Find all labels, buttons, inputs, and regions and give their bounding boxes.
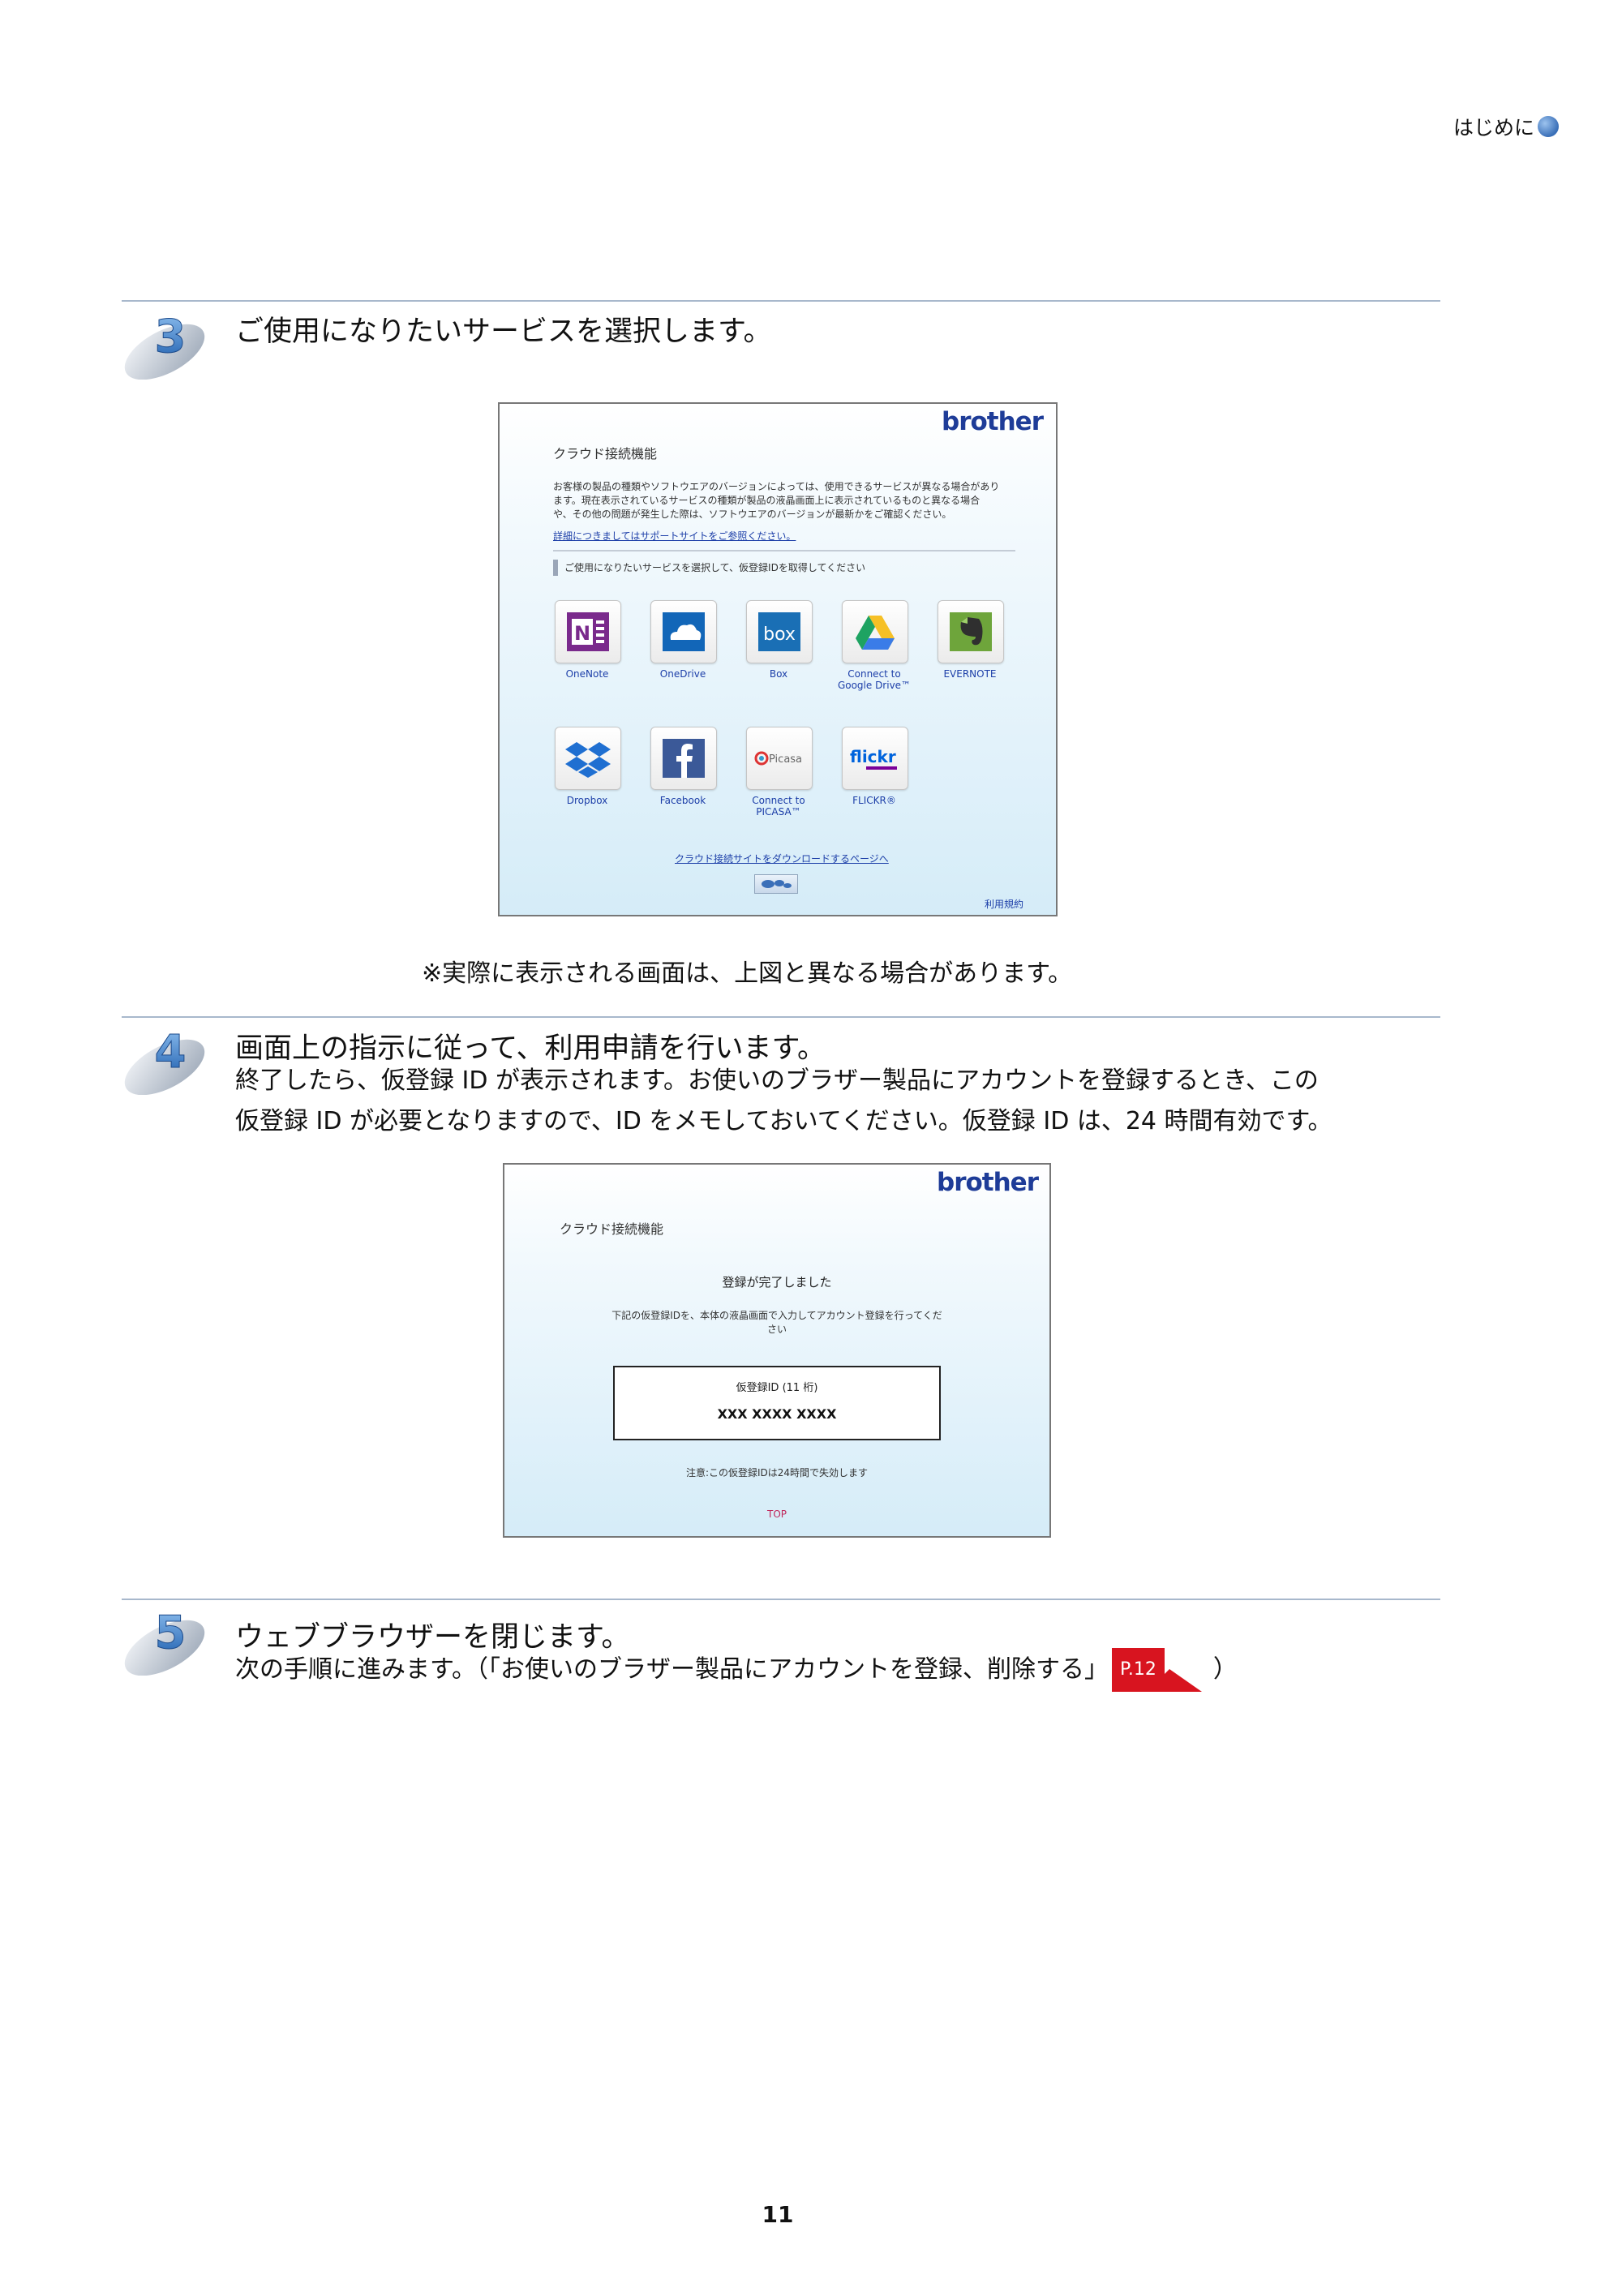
svg-text:3: 3 xyxy=(155,311,187,363)
facebook-icon xyxy=(663,739,705,778)
top-link[interactable]: TOP xyxy=(504,1508,1049,1520)
service-label-google-drive[interactable]: Connect to Google Drive™ xyxy=(826,668,923,691)
page-number: 11 xyxy=(762,2201,794,2228)
service-tile-onedrive[interactable] xyxy=(650,600,717,663)
step-4-badge-icon: 4 xyxy=(124,1026,205,1095)
box-icon: box xyxy=(758,612,800,651)
temporary-id-label: 仮登録ID (11 桁) xyxy=(736,1382,818,1394)
onedrive-icon xyxy=(663,612,705,651)
world-map-icon xyxy=(762,880,792,888)
support-link[interactable]: 詳細につきましてはサポートサイトをご参照ください。 xyxy=(553,529,796,543)
language-button[interactable] xyxy=(754,874,798,894)
service-tile-google-drive[interactable] xyxy=(842,600,908,663)
picasa-icon: Picasa xyxy=(754,751,802,766)
service-tile-flickr[interactable]: flickr xyxy=(842,727,908,790)
cloud-service-screen: brother クラウド接続機能 お客様の製品の種類やソフトウエアのバージョンに… xyxy=(498,402,1058,916)
instruction-marker xyxy=(553,560,558,576)
service-label-dropbox[interactable]: Dropbox xyxy=(539,795,636,806)
expiry-note: 注意:この仮登録IDは24時間で失効します xyxy=(685,1467,869,1478)
download-link[interactable]: クラウド接続サイトをダウンロードするページへ xyxy=(675,852,889,865)
registration-instruction: 下記の仮登録IDを、本体の液晶画面で入力してアカウント登録を行ってくだ さい xyxy=(611,1310,942,1335)
step-divider xyxy=(122,300,1440,302)
svg-text:N: N xyxy=(574,622,590,645)
brother-logo: brother xyxy=(942,407,1044,436)
service-tile-onenote[interactable]: N xyxy=(555,600,621,663)
service-tile-box[interactable]: box xyxy=(746,600,813,663)
registration-complete-screen: brother クラウド接続機能 登録が完了しました 下記の仮登録IDを、本体の… xyxy=(503,1163,1051,1538)
service-tile-facebook[interactable] xyxy=(650,727,717,790)
step-3-title: ご使用になりたいサービスを選択します。 xyxy=(235,315,772,348)
service-label-onenote[interactable]: OneNote xyxy=(539,668,636,680)
service-label-onedrive[interactable]: OneDrive xyxy=(634,668,732,680)
screen-difference-notice: ※実際に表示される画面は、上図と異なる場合があります。 xyxy=(422,959,1073,988)
header-section: はじめに xyxy=(1453,112,1559,141)
step-5-body-suffix: ） xyxy=(1212,1655,1238,1684)
step-5-badge-icon: 5 xyxy=(124,1607,205,1676)
svg-text:5: 5 xyxy=(155,1607,187,1659)
svg-text:4: 4 xyxy=(155,1026,187,1079)
service-tile-evernote[interactable] xyxy=(938,600,1004,663)
page-reference-label[interactable]: P.12 xyxy=(1112,1648,1165,1692)
brother-logo: brother xyxy=(937,1168,1039,1197)
screen-heading: クラウド接続機能 xyxy=(560,1221,664,1237)
service-tile-dropbox[interactable] xyxy=(555,727,621,790)
bullet-dot-icon xyxy=(1538,116,1559,137)
service-label-evernote[interactable]: EVERNOTE xyxy=(921,668,1019,680)
registration-complete-message: 登録が完了しました xyxy=(722,1275,832,1290)
screen-rule xyxy=(553,550,1015,551)
temporary-id-value: XXX XXXX XXXX xyxy=(717,1406,837,1422)
step-4-body: 終了したら、仮登録 ID が表示されます。お使いのブラザー製品にアカウントを登録… xyxy=(235,1066,1332,1135)
service-label-flickr[interactable]: FLICKR® xyxy=(826,795,923,806)
arrow-tab-icon xyxy=(1164,1669,1202,1692)
service-label-box[interactable]: Box xyxy=(730,668,827,680)
header-section-label: はじめに xyxy=(1453,116,1534,139)
step-divider xyxy=(122,1599,1440,1600)
terms-link[interactable]: 利用規約 xyxy=(985,897,1023,911)
evernote-icon xyxy=(950,612,992,651)
svg-text:flickr: flickr xyxy=(850,747,896,766)
flickr-icon: flickr xyxy=(850,747,897,770)
svg-text:Picasa: Picasa xyxy=(769,753,802,766)
service-instruction: ご使用になりたいサービスを選択して、仮登録IDを取得してください xyxy=(564,562,866,573)
onenote-icon: N xyxy=(567,612,609,651)
page-reference-link[interactable]: P.12 xyxy=(1112,1648,1202,1692)
temporary-id-box: 仮登録ID (11 桁) XXX XXXX XXXX xyxy=(613,1366,941,1440)
screen-heading: クラウド接続機能 xyxy=(553,446,658,461)
step-5-body-text: 次の手順に進みます。（「お使いのブラザー製品にアカウントを登録、削除する」 xyxy=(235,1655,1109,1684)
step-divider xyxy=(122,1016,1440,1018)
service-tile-picasa[interactable]: Picasa xyxy=(746,727,813,790)
dropbox-icon xyxy=(565,742,611,778)
google-drive-icon xyxy=(856,616,895,650)
service-label-facebook[interactable]: Facebook xyxy=(634,795,732,806)
screen-description: お客様の製品の種類やソフトウエアのバージョンによっては、使用できるサービスが異な… xyxy=(553,481,1000,520)
step-3-badge-icon: 3 xyxy=(124,311,205,380)
step-5-body: 次の手順に進みます。（「お使いのブラザー製品にアカウントを登録、削除する」 P.… xyxy=(235,1648,1452,1692)
service-label-picasa[interactable]: Connect to PICASA™ xyxy=(730,795,827,818)
svg-text:box: box xyxy=(763,624,796,645)
